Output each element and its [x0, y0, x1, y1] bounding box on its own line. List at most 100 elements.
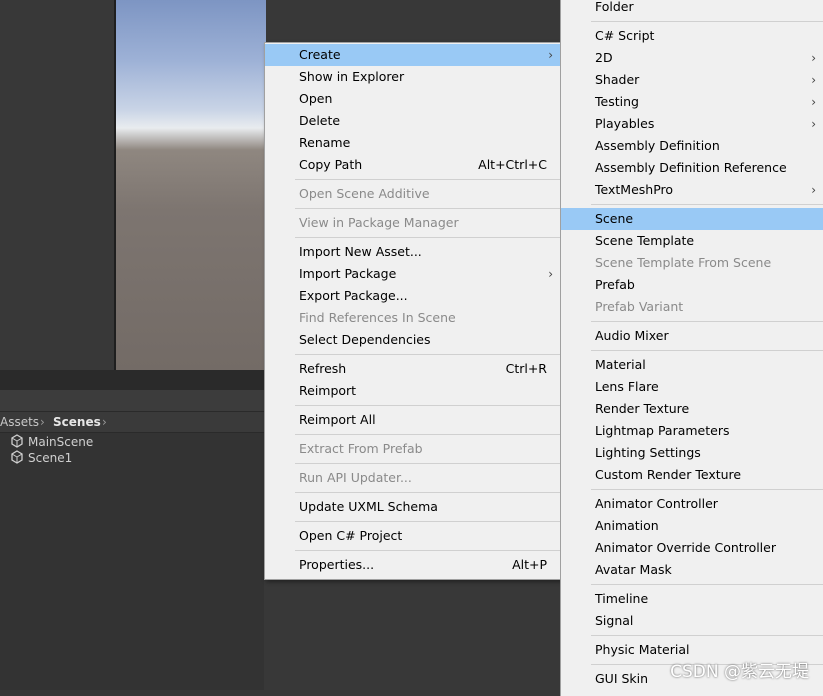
menu-item-label: Find References In Scene	[299, 310, 456, 325]
menu-item-label: Run API Updater...	[299, 470, 412, 485]
menu-item-label: Assembly Definition Reference	[595, 160, 787, 175]
menu-item-update-uxml-schema[interactable]: Update UXML Schema	[265, 496, 561, 518]
menu-separator	[591, 321, 823, 322]
menu-item-create[interactable]: Create ›	[265, 44, 561, 66]
breadcrumb-assets[interactable]: Assets	[0, 415, 39, 429]
menu-item-label: Export Package...	[299, 288, 408, 303]
menu-item-label: Delete	[299, 113, 341, 128]
menu-item-label: Signal	[595, 613, 634, 628]
submenu-item-playables[interactable]: Playables ›	[561, 113, 823, 135]
menu-item-label: Physic Material	[595, 642, 690, 657]
submenu-item-scene[interactable]: Scene	[561, 208, 823, 230]
menu-item-label: Folder	[595, 0, 634, 14]
menu-item-label: Avatar Mask	[595, 562, 672, 577]
menu-item-rename[interactable]: Rename	[265, 132, 561, 154]
submenu-item-animation[interactable]: Animation	[561, 515, 823, 537]
menu-item-reimport-all[interactable]: Reimport All	[265, 409, 561, 431]
menu-item-label: Import New Asset...	[299, 244, 422, 259]
menu-separator	[591, 350, 823, 351]
menu-item-refresh[interactable]: Refresh Ctrl+R	[265, 358, 561, 380]
menu-separator	[591, 21, 823, 22]
unity-scene-icon	[11, 450, 23, 464]
menu-separator	[295, 521, 561, 522]
submenu-item-signal[interactable]: Signal	[561, 610, 823, 632]
unity-scene-icon	[11, 434, 23, 448]
chevron-right-icon: ›	[811, 117, 816, 131]
submenu-item-avatar-mask[interactable]: Avatar Mask	[561, 559, 823, 581]
menu-separator	[591, 635, 823, 636]
menu-item-open[interactable]: Open	[265, 88, 561, 110]
file-list: MainScene Scene1	[0, 433, 264, 690]
submenu-item-assembly-definition-reference[interactable]: Assembly Definition Reference	[561, 157, 823, 179]
breadcrumb: Assets › Scenes ›	[0, 412, 264, 433]
menu-item-label: View in Package Manager	[299, 215, 459, 230]
scene-view[interactable]	[116, 0, 266, 370]
menu-item-delete[interactable]: Delete	[265, 110, 561, 132]
submenu-item-animator-controller[interactable]: Animator Controller	[561, 493, 823, 515]
file-label: MainScene	[28, 435, 94, 449]
menu-item-import-package[interactable]: Import Package ›	[265, 263, 561, 285]
menu-item-label: Audio Mixer	[595, 328, 669, 343]
list-item[interactable]: Scene1	[10, 450, 72, 466]
chevron-right-icon: ›	[811, 183, 816, 197]
menu-item-label: Rename	[299, 135, 351, 150]
submenu-item-timeline[interactable]: Timeline	[561, 588, 823, 610]
menu-item-open-csharp-project[interactable]: Open C# Project	[265, 525, 561, 547]
menu-item-label: Reimport All	[299, 412, 376, 427]
submenu-item-scene-template[interactable]: Scene Template	[561, 230, 823, 252]
submenu-item-prefab[interactable]: Prefab	[561, 274, 823, 296]
menu-item-extract-from-prefab: Extract From Prefab	[265, 438, 561, 460]
menu-item-show-in-explorer[interactable]: Show in Explorer	[265, 66, 561, 88]
menu-item-label: Scene Template From Scene	[595, 255, 772, 270]
menu-item-label: Lightmap Parameters	[595, 423, 730, 438]
menu-item-label: Create	[299, 47, 341, 62]
submenu-item-audio-mixer[interactable]: Audio Mixer	[561, 325, 823, 347]
panel-divider[interactable]	[0, 370, 264, 390]
submenu-item-testing[interactable]: Testing ›	[561, 91, 823, 113]
menu-item-label: Refresh	[299, 361, 347, 376]
menu-item-label: Show in Explorer	[299, 69, 405, 84]
submenu-item-animator-override-controller[interactable]: Animator Override Controller	[561, 537, 823, 559]
submenu-item-custom-render-texture[interactable]: Custom Render Texture	[561, 464, 823, 486]
submenu-item-assembly-definition[interactable]: Assembly Definition	[561, 135, 823, 157]
menu-separator	[295, 492, 561, 493]
menu-item-select-dependencies[interactable]: Select Dependencies	[265, 329, 561, 351]
menu-item-label: Properties...	[299, 557, 375, 572]
menu-item-label: TextMeshPro	[595, 182, 674, 197]
chevron-right-icon: ›	[548, 267, 553, 281]
menu-item-find-references: Find References In Scene	[265, 307, 561, 329]
submenu-item-csharp-script[interactable]: C# Script	[561, 25, 823, 47]
menu-item-label: Prefab Variant	[595, 299, 684, 314]
menu-separator	[295, 354, 561, 355]
submenu-item-lighting-settings[interactable]: Lighting Settings	[561, 442, 823, 464]
submenu-item-lightmap-parameters[interactable]: Lightmap Parameters	[561, 420, 823, 442]
list-item[interactable]: MainScene	[10, 434, 93, 450]
menu-item-label: Extract From Prefab	[299, 441, 423, 456]
submenu-item-lens-flare[interactable]: Lens Flare	[561, 376, 823, 398]
project-toolbar	[0, 390, 264, 412]
menu-item-label: Animator Controller	[595, 496, 718, 511]
shortcut-label: Alt+P	[512, 557, 547, 572]
menu-item-label: Playables	[595, 116, 655, 131]
menu-item-label: Copy Path	[299, 157, 363, 172]
menu-separator	[295, 405, 561, 406]
submenu-item-material[interactable]: Material	[561, 354, 823, 376]
breadcrumb-scenes[interactable]: Scenes	[53, 415, 101, 429]
menu-item-export-package[interactable]: Export Package...	[265, 285, 561, 307]
menu-item-label: Lens Flare	[595, 379, 659, 394]
menu-item-import-new-asset[interactable]: Import New Asset...	[265, 241, 561, 263]
submenu-item-render-texture[interactable]: Render Texture	[561, 398, 823, 420]
menu-item-label: Shader	[595, 72, 640, 87]
menu-item-label: Prefab	[595, 277, 635, 292]
menu-item-properties[interactable]: Properties... Alt+P	[265, 554, 561, 576]
menu-separator	[295, 237, 561, 238]
menu-item-label: Material	[595, 357, 646, 372]
submenu-item-folder[interactable]: Folder	[561, 0, 823, 18]
menu-separator	[591, 204, 823, 205]
submenu-item-textmeshpro[interactable]: TextMeshPro ›	[561, 179, 823, 201]
hierarchy-panel	[0, 0, 116, 370]
menu-item-reimport[interactable]: Reimport	[265, 380, 561, 402]
submenu-item-shader[interactable]: Shader ›	[561, 69, 823, 91]
submenu-item-2d[interactable]: 2D ›	[561, 47, 823, 69]
menu-item-copy-path[interactable]: Copy Path Alt+Ctrl+C	[265, 154, 561, 176]
